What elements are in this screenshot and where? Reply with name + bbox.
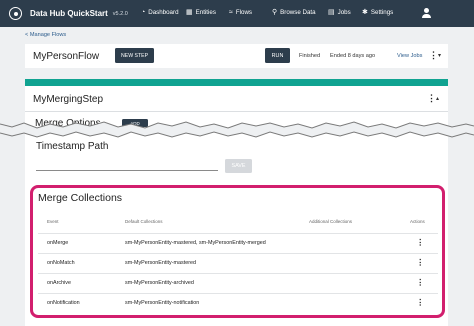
search-icon: ⚲ (272, 9, 278, 16)
step-accent-bar (25, 79, 448, 86)
user-icon-body (421, 13, 431, 18)
column-header-additional[interactable]: Additional Collections (309, 219, 352, 224)
default-collections-cell: sm-MyPersonEntity-mastered (125, 260, 196, 266)
row-actions-icon[interactable]: ⋮ (416, 258, 425, 267)
nav-label: Entities (195, 9, 216, 16)
gear-icon: ✱ (362, 9, 368, 16)
flow-status: Finished (299, 53, 321, 59)
event-cell: onMerge (47, 240, 69, 246)
dashboard-icon: ◔ (141, 9, 146, 16)
user-icon-head (423, 8, 429, 13)
nav-dashboard[interactable]: ◔ Dashboard (141, 9, 179, 16)
merge-collections-title: Merge Collections (38, 192, 123, 204)
flows-icon: ≈ (229, 9, 233, 16)
table-header: Event Default Collections Additional Col… (33, 218, 442, 228)
app-version: v5.2.0 (112, 10, 128, 17)
torn-edge (0, 121, 474, 138)
app-title[interactable]: Data Hub QuickStart (30, 9, 108, 18)
timestamp-path-label: Timestamp Path (36, 141, 109, 152)
flow-ended-time: Ended 8 days ago (330, 53, 376, 59)
breadcrumb-manage-flows[interactable]: < Manage Flows (25, 32, 66, 38)
nav-label: Settings (370, 9, 394, 16)
row-actions-icon[interactable]: ⋮ (416, 298, 425, 307)
flow-name: MyPersonFlow (33, 50, 100, 62)
nav-jobs[interactable]: ▤ Jobs (328, 9, 351, 16)
flow-header: MyPersonFlow NEW STEP RUN Finished Ended… (25, 44, 448, 68)
flow-more-icon[interactable]: ⋮ (429, 51, 438, 60)
default-collections-cell: sm-MyPersonEntity-notification (125, 300, 200, 306)
top-nav-bar: Data Hub QuickStart v5.2.0 ◔ Dashboard ▦… (0, 0, 474, 27)
event-cell: onNotification (47, 300, 80, 306)
nav-settings[interactable]: ✱ Settings (362, 9, 393, 16)
nav-label: Flows (235, 9, 253, 16)
table-row: onNotification sm-MyPersonEntity-notific… (38, 293, 438, 313)
nav-label: Jobs (337, 9, 351, 16)
app-logo-icon[interactable] (9, 7, 22, 20)
event-cell: onArchive (47, 280, 71, 286)
timestamp-path-input[interactable] (36, 159, 218, 171)
logo-dot (13, 11, 18, 16)
table-row: onArchive sm-MyPersonEntity-archived ⋮ (38, 273, 438, 293)
row-actions-icon[interactable]: ⋮ (416, 238, 425, 247)
chevron-down-icon[interactable]: ▾ (438, 52, 441, 59)
default-collections-cell: sm-MyPersonEntity-archived (125, 280, 194, 286)
divider (25, 111, 448, 112)
nav-label: Dashboard (148, 9, 179, 16)
table-row: onNoMatch sm-MyPersonEntity-mastered ⋮ (38, 253, 438, 273)
column-header-actions: Actions (410, 219, 425, 224)
save-button[interactable]: SAVE (225, 159, 252, 173)
nav-label: Browse Data (280, 9, 316, 16)
chevron-up-icon[interactable]: ▴ (436, 95, 439, 102)
merge-collections-panel: Merge Collections Event Default Collecti… (30, 185, 445, 318)
view-jobs-link[interactable]: View Jobs (397, 53, 422, 59)
jobs-icon: ▤ (328, 9, 335, 16)
new-step-button[interactable]: NEW STEP (115, 48, 155, 63)
step-more-icon[interactable]: ⋮ (427, 94, 436, 103)
column-header-default[interactable]: Default Collections (125, 219, 163, 224)
run-button[interactable]: RUN (265, 48, 290, 63)
default-collections-cell: sm-MyPersonEntity-mastered, sm-MyPersonE… (125, 240, 266, 246)
nav-flows[interactable]: ≈ Flows (229, 9, 252, 16)
user-icon[interactable] (420, 7, 432, 19)
nav-browse-data[interactable]: ⚲ Browse Data (272, 9, 316, 16)
event-cell: onNoMatch (47, 260, 75, 266)
nav-entities[interactable]: ▦ Entities (186, 9, 216, 16)
column-header-event[interactable]: Event (47, 219, 59, 224)
entities-icon: ▦ (186, 9, 193, 16)
table-row: onMerge sm-MyPersonEntity-mastered, sm-M… (38, 233, 438, 253)
row-actions-icon[interactable]: ⋮ (416, 278, 425, 287)
step-title: MyMergingStep (33, 94, 104, 105)
